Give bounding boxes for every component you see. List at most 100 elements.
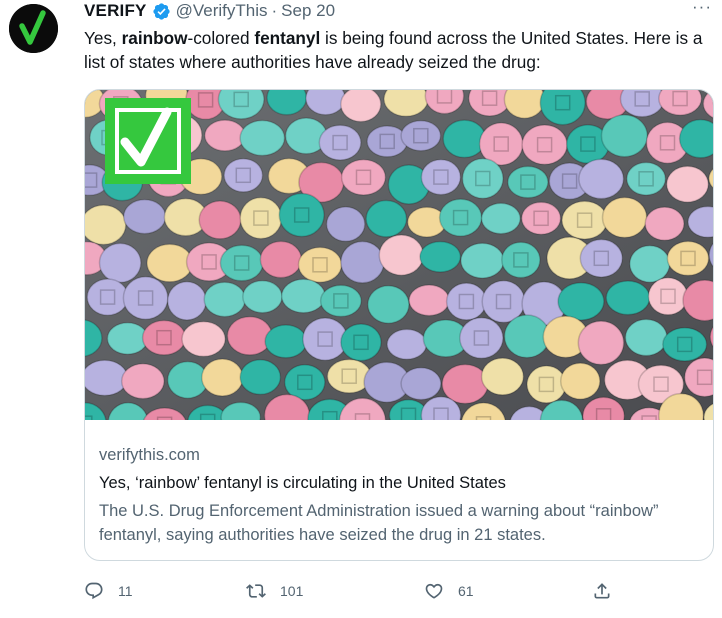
card-domain: verifythis.com xyxy=(99,446,200,464)
card-description: The U.S. Drug Enforcement Administration… xyxy=(99,502,659,544)
pill-shape xyxy=(442,119,487,159)
pills-photo[interactable] xyxy=(85,90,713,420)
pill-shape xyxy=(340,90,382,123)
pill-shape xyxy=(501,241,541,279)
pill-shape xyxy=(561,200,608,240)
pill-shape xyxy=(666,240,710,277)
pill-shape xyxy=(106,322,149,355)
tweet-text-bold-fentanyl: fentanyl xyxy=(254,28,321,48)
pill-shape xyxy=(629,244,671,283)
pill-shape xyxy=(559,362,601,400)
pill-shape xyxy=(239,196,283,240)
pill-shape xyxy=(662,327,708,362)
tweet-date[interactable]: Sep 20 xyxy=(281,1,335,21)
pill-shape xyxy=(578,158,625,200)
pill-shape xyxy=(408,284,450,317)
link-preview-card[interactable]: verifythis.com Yes, ‘rainbow’ fentanyl i… xyxy=(84,89,714,561)
pill-shape xyxy=(340,240,385,284)
pill-shape xyxy=(365,199,408,238)
pill-shape xyxy=(520,201,562,236)
pill-shape xyxy=(297,246,343,283)
pill-shape xyxy=(223,157,264,193)
pill-shape xyxy=(318,124,362,161)
pill-shape xyxy=(239,119,286,157)
pill-shape xyxy=(579,238,624,278)
pill-shape xyxy=(460,242,505,279)
pill-shape xyxy=(203,281,246,318)
pill-shape xyxy=(146,243,194,283)
author-name[interactable]: VERIFY xyxy=(84,1,147,21)
pill-shape xyxy=(340,158,387,196)
reply-button[interactable]: 11 xyxy=(84,576,133,606)
tweet-text: Yes, rainbow-colored fentanyl is being f… xyxy=(84,26,710,74)
pill-shape xyxy=(624,318,668,357)
pill-shape xyxy=(644,206,685,242)
pill-shape xyxy=(181,320,226,358)
share-icon xyxy=(594,583,610,599)
pill-shape xyxy=(480,202,521,235)
pill-shape xyxy=(85,204,127,246)
pill-shape xyxy=(242,279,283,314)
pill-shape xyxy=(98,242,142,284)
pill-shape xyxy=(605,280,651,316)
pill-shape xyxy=(141,319,187,356)
reply-count: 11 xyxy=(118,583,133,599)
retweet-button[interactable]: 101 xyxy=(246,576,303,606)
pill-shape xyxy=(445,282,487,321)
pill-shape xyxy=(521,124,568,166)
tweet-text-segment: -colored xyxy=(187,28,255,48)
pill-shape xyxy=(419,240,462,273)
pill-shape xyxy=(480,357,525,396)
pill-shape xyxy=(259,240,303,279)
pill-shape xyxy=(319,284,362,318)
share-button[interactable] xyxy=(592,576,612,606)
pill-shape xyxy=(325,206,366,243)
pill-shape xyxy=(367,285,410,324)
like-button[interactable]: 61 xyxy=(424,576,474,606)
pill-shape xyxy=(647,277,689,316)
pill-shape xyxy=(557,281,605,321)
pill-shape xyxy=(204,119,246,152)
pill-shape xyxy=(120,363,165,400)
card-meta: verifythis.com Yes, ‘rainbow’ fentanyl i… xyxy=(99,444,703,547)
verified-badge-icon xyxy=(152,2,171,21)
pill-shape xyxy=(577,320,625,366)
header-separator: · xyxy=(271,1,278,20)
pill-shape xyxy=(400,119,442,152)
green-checkmark-logo-icon xyxy=(9,4,58,53)
pill-shape xyxy=(600,114,649,158)
heart-icon xyxy=(425,583,443,599)
pill-shape xyxy=(86,278,129,316)
avatar[interactable] xyxy=(9,4,58,53)
card-title: Yes, ‘rainbow’ fentanyl is circulating i… xyxy=(99,474,506,492)
pill-shape xyxy=(239,359,282,396)
pill-shape xyxy=(198,200,242,240)
pill-shape xyxy=(166,281,207,321)
pill-shape xyxy=(122,275,169,321)
pill-shape xyxy=(678,118,713,159)
pill-shape xyxy=(461,157,504,200)
pill-shape xyxy=(226,315,273,356)
tweet-text-segment: Yes, xyxy=(84,28,122,48)
pill-shape xyxy=(526,365,567,404)
pill-shape xyxy=(366,125,409,158)
pill-shape xyxy=(264,324,308,359)
tweet-header: VERIFY @VerifyThis · Sep 20 xyxy=(84,0,335,22)
author-handle[interactable]: @VerifyThis xyxy=(176,1,268,21)
reply-icon xyxy=(85,582,103,600)
tweet-actions: 11 101 61 xyxy=(84,576,624,606)
checkmark-box-icon xyxy=(105,98,191,184)
pill-shape xyxy=(400,367,442,401)
pill-shape xyxy=(278,192,325,238)
pill-shape xyxy=(280,278,326,314)
pill-shape xyxy=(601,196,648,239)
more-options-icon[interactable]: ··· xyxy=(692,0,716,16)
pill-shape xyxy=(386,328,428,360)
like-count: 61 xyxy=(458,583,474,599)
pill-shape xyxy=(219,244,264,282)
pill-shape xyxy=(201,358,244,397)
pill-shape xyxy=(438,198,483,237)
pill-shape xyxy=(459,316,504,360)
pill-shape xyxy=(665,165,710,203)
pill-shape xyxy=(420,158,462,196)
